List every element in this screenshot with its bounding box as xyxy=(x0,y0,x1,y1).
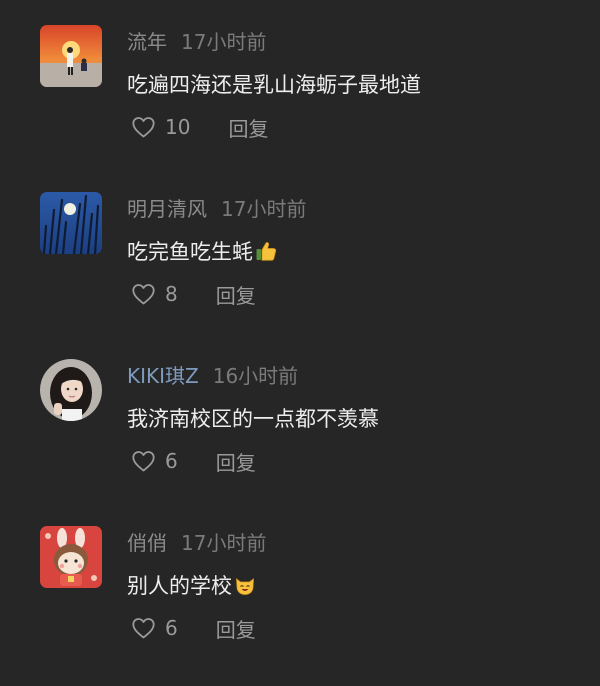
comment-actions: 8 回复 xyxy=(131,280,256,309)
bunny-avatar-image xyxy=(40,526,102,588)
comment-item: 明月清风 17小时前 吃完鱼吃生蚝 8 回复 xyxy=(0,192,600,352)
girl-avatar-image xyxy=(40,359,102,421)
comment-meta: KIKI琪Z 16小时前 xyxy=(127,363,298,389)
sunset-avatar-image xyxy=(40,25,102,87)
timestamp: 17小时前 xyxy=(181,30,267,54)
comment-item: 俏俏 17小时前 别人的学校 6 回复 xyxy=(0,526,600,686)
username[interactable]: KIKI琪Z xyxy=(127,364,199,388)
heart-outline-icon xyxy=(132,451,155,472)
timestamp: 17小时前 xyxy=(181,531,267,555)
comment-actions: 6 回复 xyxy=(131,447,256,476)
username[interactable]: 俏俏 xyxy=(127,531,167,555)
timestamp: 17小时前 xyxy=(221,197,307,221)
timestamp: 16小时前 xyxy=(212,364,299,388)
comment-text: 吃完鱼吃生蚝 xyxy=(127,238,277,269)
reply-button[interactable]: 回复 xyxy=(216,447,256,476)
comment-item: 流年 17小时前 吃遍四海还是乳山海蛎子最地道 10 回复 xyxy=(0,25,600,185)
comment-list: 流年 17小时前 吃遍四海还是乳山海蛎子最地道 10 回复 明月清风 17小时前… xyxy=(0,0,600,662)
sunset-avatar[interactable] xyxy=(40,25,102,87)
like-count: 8 xyxy=(165,282,178,306)
comment-actions: 10 回复 xyxy=(131,113,268,142)
username[interactable]: 明月清风 xyxy=(127,197,207,221)
comment-text: 吃遍四海还是乳山海蛎子最地道 xyxy=(127,71,421,99)
thumbs-up-icon xyxy=(255,240,277,269)
comment-text-content: 我济南校区的一点都不羡慕 xyxy=(127,407,379,431)
heart-outline-icon xyxy=(132,618,155,639)
like-count: 10 xyxy=(165,115,191,139)
like-button[interactable]: 6 xyxy=(131,616,178,640)
reply-button[interactable]: 回复 xyxy=(228,113,268,142)
comment-item: KIKI琪Z 16小时前 我济南校区的一点都不羡慕 6 回复 xyxy=(0,359,600,519)
comment-meta: 明月清风 17小时前 xyxy=(127,196,306,222)
comment-actions: 6 回复 xyxy=(131,614,256,643)
comment-text-content: 吃完鱼吃生蚝 xyxy=(127,240,253,264)
like-button[interactable]: 6 xyxy=(131,449,178,473)
comment-text-content: 吃遍四海还是乳山海蛎子最地道 xyxy=(127,73,421,97)
smiling-cat-icon xyxy=(234,574,256,603)
username[interactable]: 流年 xyxy=(127,30,167,54)
like-button[interactable]: 8 xyxy=(131,282,178,306)
moon-avatar-image xyxy=(40,192,102,254)
moon-avatar[interactable] xyxy=(40,192,102,254)
comment-meta: 流年 17小时前 xyxy=(127,29,266,55)
heart-outline-icon xyxy=(132,117,155,138)
like-count: 6 xyxy=(165,449,178,473)
comment-meta: 俏俏 17小时前 xyxy=(127,530,266,556)
bunny-avatar[interactable] xyxy=(40,526,102,588)
girl-avatar[interactable] xyxy=(40,359,102,421)
comment-text: 我济南校区的一点都不羡慕 xyxy=(127,405,379,433)
like-count: 6 xyxy=(165,616,178,640)
comment-text: 别人的学校 xyxy=(127,572,256,603)
reply-button[interactable]: 回复 xyxy=(216,614,256,643)
heart-outline-icon xyxy=(132,284,155,305)
comment-text-content: 别人的学校 xyxy=(127,574,232,598)
like-button[interactable]: 10 xyxy=(131,115,190,139)
reply-button[interactable]: 回复 xyxy=(216,280,256,309)
